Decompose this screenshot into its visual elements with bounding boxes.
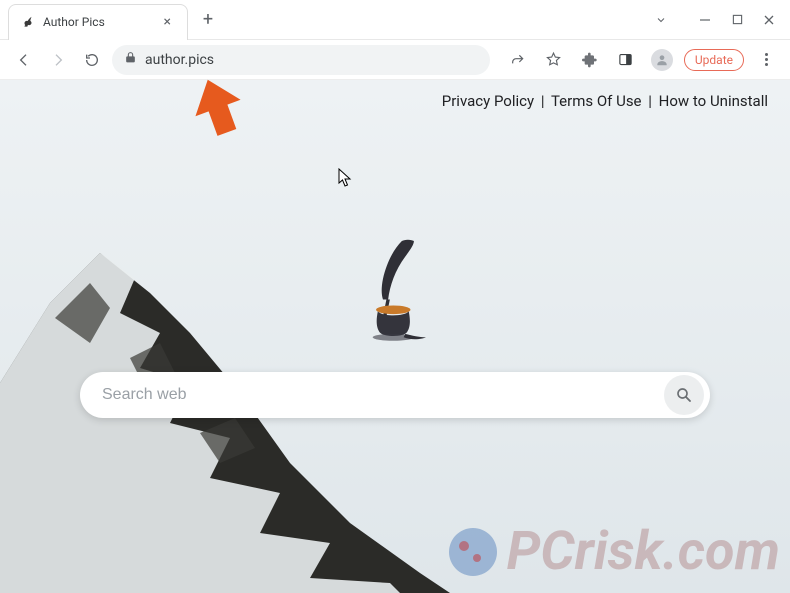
update-button[interactable]: Update	[684, 49, 744, 71]
browser-tab[interactable]: Author Pics ×	[8, 4, 188, 40]
reload-button[interactable]	[78, 46, 106, 74]
lock-icon	[124, 51, 137, 68]
close-icon[interactable]	[762, 13, 776, 27]
search-icon	[675, 386, 693, 404]
tab-favicon	[21, 15, 35, 29]
url-text: author.pics	[145, 52, 214, 68]
side-panel-icon[interactable]	[612, 46, 640, 74]
address-bar[interactable]: author.pics	[112, 45, 490, 75]
chevron-down-icon[interactable]	[654, 13, 668, 27]
site-logo-quill-icon	[350, 230, 440, 350]
menu-dots-icon[interactable]	[752, 46, 780, 74]
forward-button[interactable]	[44, 46, 72, 74]
maximize-icon[interactable]	[730, 13, 744, 27]
minimize-icon[interactable]	[698, 13, 712, 27]
tab-title: Author Pics	[43, 15, 160, 29]
search-button[interactable]	[664, 375, 704, 415]
share-icon[interactable]	[504, 46, 532, 74]
extensions-icon[interactable]	[576, 46, 604, 74]
terms-of-use-link[interactable]: Terms Of Use	[551, 92, 642, 110]
top-links: Privacy Policy | Terms Of Use | How to U…	[442, 92, 768, 110]
profile-avatar[interactable]	[648, 46, 676, 74]
tab-close-icon[interactable]: ×	[160, 14, 175, 30]
search-input[interactable]	[102, 386, 664, 404]
bookmark-star-icon[interactable]	[540, 46, 568, 74]
how-to-uninstall-link[interactable]: How to Uninstall	[659, 92, 768, 110]
new-tab-button[interactable]: +	[194, 6, 222, 34]
privacy-policy-link[interactable]: Privacy Policy	[442, 92, 534, 110]
search-bar	[80, 372, 710, 418]
back-button[interactable]	[10, 46, 38, 74]
